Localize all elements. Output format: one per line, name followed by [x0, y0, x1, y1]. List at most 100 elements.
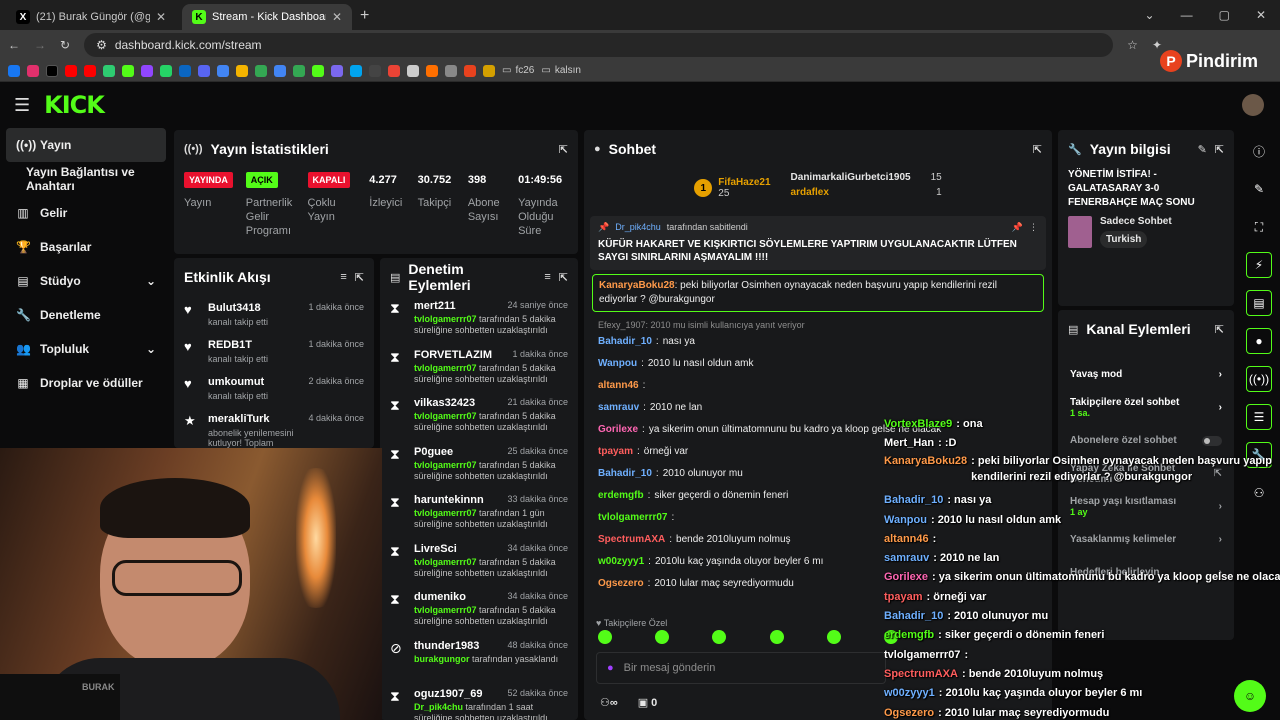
chat-user[interactable]: Gorilexe	[598, 424, 638, 435]
popout-icon[interactable]: ⇱	[355, 271, 364, 284]
chat-input[interactable]: ● Bir mesaj gönderin	[596, 652, 886, 684]
moderator-name[interactable]: Dr_pik4chu	[414, 702, 463, 712]
action-slow-mode[interactable]: Yavaş mod ›	[1058, 358, 1234, 391]
category-thumbnail[interactable]	[1068, 216, 1092, 248]
bookmark-icon[interactable]	[236, 64, 248, 77]
emote-icon[interactable]	[712, 630, 727, 644]
gmail-icon[interactable]	[388, 64, 400, 77]
close-tab-icon[interactable]: ✕	[156, 10, 166, 24]
back-icon[interactable]: ←	[8, 38, 20, 52]
moderator-name[interactable]: tvlolgamerrr07	[414, 363, 477, 373]
pin-icon[interactable]: 📌	[1012, 222, 1023, 233]
chat-user[interactable]: tpayam	[598, 446, 633, 457]
chat-user[interactable]: samrauv	[598, 402, 639, 413]
chat-icon[interactable]: ●	[1246, 328, 1272, 354]
site-info-icon[interactable]: ⚙	[96, 38, 107, 52]
popout-icon[interactable]: ⇱	[559, 271, 568, 284]
close-tab-icon[interactable]: ✕	[332, 10, 342, 24]
tab-search-icon[interactable]: ⌄	[1145, 8, 1155, 22]
kick-logo[interactable]: KICK	[44, 91, 105, 119]
sidebar-item-studyo[interactable]: ▤ Stüdyo ⌄	[0, 264, 172, 298]
x-icon[interactable]	[46, 64, 58, 77]
avatar[interactable]	[1242, 94, 1264, 116]
info-icon[interactable]: ⓘ	[1246, 138, 1272, 164]
chat-user[interactable]: w00zyyy1	[598, 556, 644, 567]
emote-icon[interactable]	[769, 630, 784, 644]
popout-icon[interactable]: ⇱	[559, 143, 568, 156]
bookmark-icon[interactable]	[312, 64, 324, 77]
popout-icon[interactable]: ⇱	[1033, 143, 1042, 156]
facebook-icon[interactable]	[8, 64, 20, 77]
filter-icon[interactable]: ≡	[544, 271, 550, 283]
mod-user[interactable]: haruntekinnn	[414, 494, 484, 506]
bookmark-icon[interactable]	[426, 64, 438, 77]
chat-user[interactable]: Bahadir_10	[598, 336, 652, 347]
edit-icon[interactable]: ✎	[1198, 143, 1207, 156]
moderator-name[interactable]: tvlolgamerrr07	[414, 411, 477, 421]
linkedin-icon[interactable]	[179, 64, 191, 77]
bookmark-icon[interactable]	[255, 64, 267, 77]
docs-icon[interactable]	[274, 64, 286, 77]
instagram-icon[interactable]	[27, 64, 39, 77]
url-field[interactable]: ⚙ dashboard.kick.com/stream	[84, 33, 1114, 57]
bookmark-folder-fc26[interactable]: ▭ fc26	[502, 65, 534, 76]
gifter-name[interactable]: ardaflex	[791, 187, 829, 198]
mod-user[interactable]: FORVETLAZIM	[414, 349, 492, 361]
pinned-by-user[interactable]: Dr_pik4chu	[615, 222, 661, 233]
gifter-1[interactable]: 1 FifaHaze21 25	[694, 172, 771, 204]
sidebar-item-denetleme[interactable]: 🔧 Denetleme	[0, 298, 172, 332]
bookmark-icon[interactable]	[369, 64, 381, 77]
chat-user[interactable]: SpectrumAXA	[598, 534, 665, 545]
mod-user[interactable]: mert211	[414, 300, 456, 312]
bookmark-folder-kalsin[interactable]: ▭ kalsın	[541, 65, 581, 76]
sidebar-item-stream-key[interactable]: Yayın Bağlantısı ve Anahtarı	[0, 162, 172, 196]
chat-user[interactable]: KanaryaBoku28	[599, 280, 675, 291]
kick-icon[interactable]	[122, 64, 134, 77]
new-tab-button[interactable]: +	[360, 4, 369, 30]
chat-user[interactable]: Bahadir_10	[598, 468, 652, 479]
discord-icon[interactable]	[198, 64, 210, 77]
menu-icon[interactable]: ☰	[14, 95, 30, 116]
sidebar-item-yayin[interactable]: ((•)) Yayın	[6, 128, 166, 162]
broadcast-icon[interactable]: ((•))	[1246, 366, 1272, 392]
bookmark-icon[interactable]	[464, 64, 476, 77]
moderator-name[interactable]: tvlolgamerrr07	[414, 557, 477, 567]
sidebar-item-droplar[interactable]: ▦ Droplar ve ödüller	[0, 366, 172, 400]
sheets-icon[interactable]	[293, 64, 305, 77]
popout-icon[interactable]: ⇱	[1215, 143, 1224, 156]
youtube-icon[interactable]	[65, 64, 77, 77]
sidebar-item-topluluk[interactable]: 👥 Topluluk ⌄	[0, 332, 172, 366]
bookmark-icon[interactable]	[483, 64, 495, 77]
forward-icon[interactable]: →	[34, 38, 46, 52]
moderator-name[interactable]: tvlolgamerrr07	[414, 460, 477, 470]
gifter-name[interactable]: DanimarkaliGurbetci1905	[791, 172, 911, 183]
users-icon[interactable]: ⚇∞	[600, 696, 618, 709]
sidebar-item-gelir[interactable]: ▥ Gelir	[0, 196, 172, 230]
emote-icon[interactable]	[598, 630, 612, 644]
emote-icon[interactable]	[655, 630, 670, 644]
mod-user[interactable]: dumeniko	[414, 591, 466, 603]
lightning-icon[interactable]: ⚡	[1246, 252, 1272, 278]
maximize-button[interactable]: ▢	[1219, 8, 1230, 22]
close-window-button[interactable]: ✕	[1256, 8, 1266, 22]
popout-icon[interactable]: ⇱	[1215, 323, 1224, 336]
edit-icon[interactable]: ✎	[1246, 176, 1272, 202]
mod-user[interactable]: LivreSci	[414, 543, 457, 555]
mod-user[interactable]: oguz1907_69	[414, 688, 482, 700]
browser-tab-x[interactable]: X (21) Burak Güngör (@gungorbu... ✕	[6, 4, 176, 30]
browser-tab-kick[interactable]: K Stream - Kick Dashboard ✕	[182, 4, 352, 30]
moderator-name[interactable]: burakgungor	[414, 654, 470, 664]
bookmark-icon[interactable]	[103, 64, 115, 77]
moderator-name[interactable]: tvlolgamerrr07	[414, 508, 477, 518]
sidebar-item-basarilar[interactable]: 🏆 Başarılar	[0, 230, 172, 264]
chat-user[interactable]: tvlolgamerrr07	[598, 512, 667, 523]
more-options-icon[interactable]: ⋮	[1029, 222, 1038, 233]
mod-user[interactable]: thunder1983	[414, 640, 479, 652]
bookmark-icon[interactable]	[407, 64, 419, 77]
twitch-icon[interactable]	[141, 64, 153, 77]
chat-user[interactable]: Ogsezero	[598, 578, 644, 589]
bookmark-icon[interactable]	[350, 64, 362, 77]
filter-icon[interactable]: ≡	[340, 271, 346, 283]
bookmark-icon[interactable]	[217, 64, 229, 77]
bookmark-icon[interactable]	[331, 64, 343, 77]
